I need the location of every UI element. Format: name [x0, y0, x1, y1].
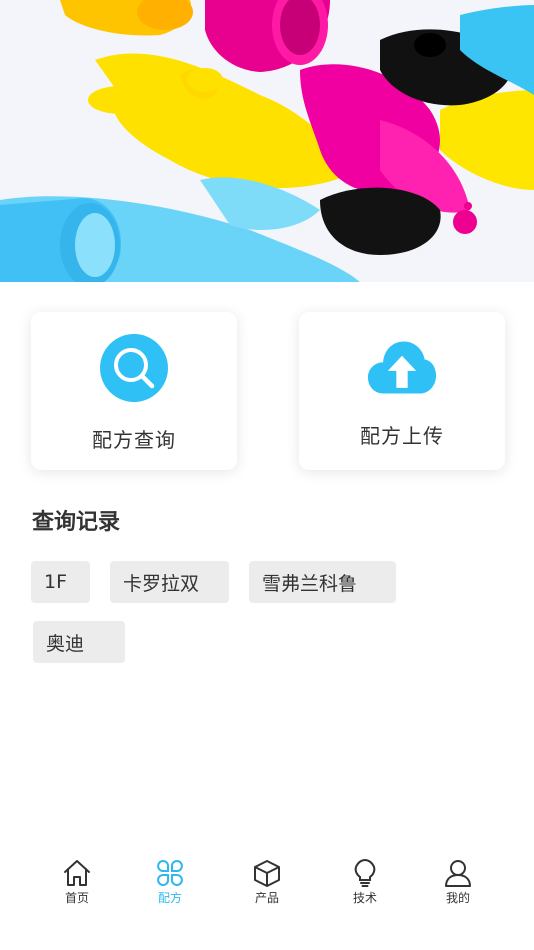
tab-mine[interactable]: 我的	[428, 858, 488, 906]
tab-tech[interactable]: 技术	[335, 858, 395, 906]
tab-product-label: 产品	[254, 891, 279, 905]
home-icon	[62, 858, 92, 888]
search-icon	[99, 332, 169, 404]
bottom-tab-bar: 首页 配方 产品 技术 我的	[0, 848, 534, 950]
cube-icon	[252, 858, 282, 888]
recipe-upload-label: 配方上传	[360, 424, 444, 448]
hero-banner	[0, 0, 534, 282]
tab-home[interactable]: 首页	[47, 858, 107, 906]
tab-home-label: 首页	[64, 891, 89, 905]
lightbulb-icon	[350, 858, 380, 888]
paint-splash-image	[0, 0, 534, 282]
cloud-upload-icon	[367, 332, 437, 404]
grid-icon	[155, 858, 185, 888]
history-title: 查询记录	[32, 510, 121, 535]
history-tag[interactable]: 奥迪	[33, 621, 125, 663]
recipe-upload-card[interactable]: 配方上传	[299, 312, 505, 470]
tab-tech-label: 技术	[352, 891, 377, 905]
tab-mine-label: 我的	[445, 891, 470, 905]
history-tag[interactable]: 雪弗兰科鲁	[249, 561, 396, 603]
tab-recipe[interactable]: 配方	[140, 858, 200, 906]
history-tag[interactable]: 1F	[31, 561, 90, 603]
history-tag[interactable]: 卡罗拉双	[110, 561, 229, 603]
recipe-query-label: 配方查询	[92, 428, 176, 452]
user-icon	[443, 858, 473, 888]
recipe-query-card[interactable]: 配方查询	[31, 312, 237, 470]
tab-product[interactable]: 产品	[237, 858, 297, 906]
tab-recipe-label: 配方	[157, 891, 182, 905]
